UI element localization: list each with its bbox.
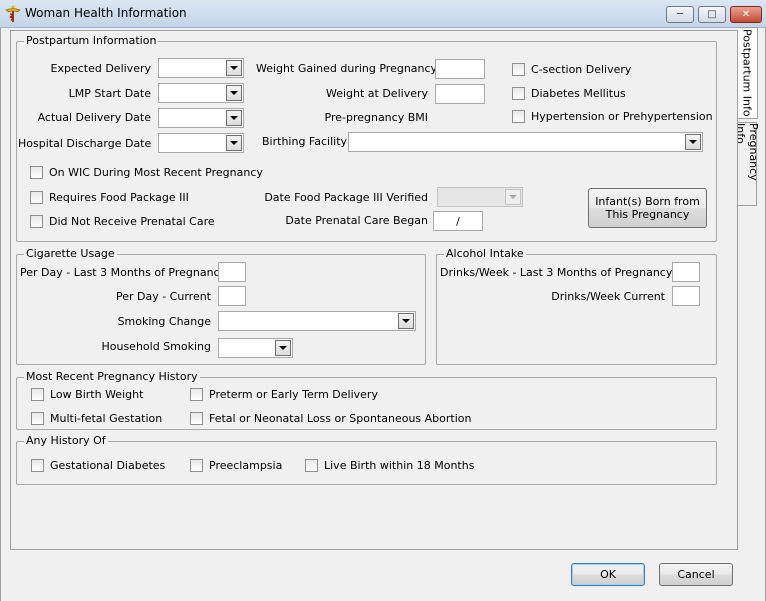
live-birth-checkbox[interactable] xyxy=(305,459,318,472)
group-legend: Alcohol Intake xyxy=(444,247,526,260)
csection-label[interactable]: C-section Delivery xyxy=(531,63,631,76)
live-birth-label[interactable]: Live Birth within 18 Months xyxy=(324,459,474,472)
household-smoking-select[interactable] xyxy=(218,338,293,358)
food-package-label[interactable]: Requires Food Package III xyxy=(49,191,189,204)
group-legend: Any History Of xyxy=(24,434,108,447)
tab-pregnancy-info[interactable]: Pregnancy Info xyxy=(734,122,760,206)
diabetes-label[interactable]: Diabetes Mellitus xyxy=(531,87,626,100)
close-button[interactable]: ✕ xyxy=(730,6,762,23)
gestational-diabetes-checkbox[interactable] xyxy=(31,459,44,472)
maximize-button[interactable]: □ xyxy=(698,6,726,23)
fetal-loss-label[interactable]: Fetal or Neonatal Loss or Spontaneous Ab… xyxy=(209,412,472,425)
drinks-current-field[interactable] xyxy=(672,286,700,306)
cancel-button[interactable]: Cancel xyxy=(659,563,733,586)
actual-delivery-date[interactable] xyxy=(158,108,244,128)
chevron-down-icon[interactable] xyxy=(685,134,701,150)
smoking-change-label: Smoking Change xyxy=(117,315,211,328)
per-day-last3-label: Per Day - Last 3 Months of Pregnancy xyxy=(20,266,227,279)
preterm-checkbox[interactable] xyxy=(190,388,203,401)
household-smoking-label: Household Smoking xyxy=(101,340,211,353)
birthing-facility-label: Birthing Facility xyxy=(262,135,348,148)
chevron-down-icon[interactable] xyxy=(226,110,242,126)
weight-at-delivery-field[interactable] xyxy=(435,84,485,104)
date-food-package-label: Date Food Package III Verified xyxy=(264,191,428,204)
date-prenatal-field[interactable]: / xyxy=(433,211,483,231)
caduceus-icon xyxy=(5,5,21,22)
wic-label[interactable]: On WIC During Most Recent Pregnancy xyxy=(49,166,263,179)
preeclampsia-label[interactable]: Preeclampsia xyxy=(209,459,282,472)
hypertension-checkbox[interactable] xyxy=(512,110,525,123)
prepregnancy-bmi-label: Pre-pregnancy BMI xyxy=(324,111,429,124)
multi-fetal-checkbox[interactable] xyxy=(31,412,44,425)
csection-checkbox[interactable] xyxy=(512,63,525,76)
title-bar[interactable]: Woman Health Information ─ □ ✕ xyxy=(0,0,766,28)
maximize-icon: □ xyxy=(707,9,717,20)
chevron-down-icon[interactable] xyxy=(505,189,521,205)
date-prenatal-label: Date Prenatal Care Began xyxy=(285,214,428,227)
hospital-discharge-label: Hospital Discharge Date xyxy=(18,137,152,150)
close-icon: ✕ xyxy=(741,9,751,20)
preterm-label[interactable]: Preterm or Early Term Delivery xyxy=(209,388,378,401)
lmp-start-date[interactable] xyxy=(158,83,244,103)
weight-gained-field[interactable] xyxy=(435,59,485,79)
expected-delivery-label: Expected Delivery xyxy=(50,62,151,75)
date-food-package-select[interactable] xyxy=(437,187,523,207)
drinks-current-label: Drinks/Week Current xyxy=(551,290,665,303)
food-package-checkbox[interactable] xyxy=(30,191,43,204)
ok-button[interactable]: OK xyxy=(571,563,645,586)
expected-delivery-date[interactable] xyxy=(158,58,244,78)
window-title: Woman Health Information xyxy=(25,6,187,20)
no-prenatal-label[interactable]: Did Not Receive Prenatal Care xyxy=(49,215,215,228)
preeclampsia-checkbox[interactable] xyxy=(190,459,203,472)
drinks-last3-field[interactable] xyxy=(672,262,700,282)
chevron-down-icon[interactable] xyxy=(398,313,414,329)
diabetes-checkbox[interactable] xyxy=(512,87,525,100)
group-legend: Most Recent Pregnancy History xyxy=(24,370,200,383)
fetal-loss-checkbox[interactable] xyxy=(190,412,203,425)
birthing-facility-select[interactable] xyxy=(348,132,703,152)
low-birth-weight-label[interactable]: Low Birth Weight xyxy=(50,388,143,401)
hospital-discharge-date[interactable] xyxy=(158,133,244,153)
drinks-last3-label: Drinks/Week - Last 3 Months of Pregnancy xyxy=(440,266,673,279)
multi-fetal-label[interactable]: Multi-fetal Gestation xyxy=(50,412,162,425)
chevron-down-icon[interactable] xyxy=(226,85,242,101)
button-label: Cancel xyxy=(677,568,715,581)
tab-label: Postpartum Info xyxy=(740,29,754,117)
infants-born-button[interactable]: Infant(s) Born from This Pregnancy xyxy=(588,188,707,228)
per-day-last3-field[interactable] xyxy=(218,262,246,282)
tab-postpartum-info[interactable]: Postpartum Info xyxy=(737,27,758,119)
chevron-down-icon[interactable] xyxy=(226,135,242,151)
per-day-current-field[interactable] xyxy=(218,286,246,306)
wic-checkbox[interactable] xyxy=(30,166,43,179)
per-day-current-label: Per Day - Current xyxy=(115,290,211,303)
no-prenatal-checkbox[interactable] xyxy=(30,215,43,228)
chevron-down-icon[interactable] xyxy=(226,60,242,76)
gestational-diabetes-label[interactable]: Gestational Diabetes xyxy=(50,459,165,472)
lmp-start-label: LMP Start Date xyxy=(68,87,151,100)
group-legend: Postpartum Information xyxy=(24,34,159,47)
minimize-button[interactable]: ─ xyxy=(666,6,694,23)
hypertension-label[interactable]: Hypertension or Prehypertension xyxy=(531,110,713,123)
group-legend: Cigarette Usage xyxy=(24,247,117,260)
button-label: Infant(s) Born from This Pregnancy xyxy=(595,195,700,221)
weight-at-delivery-label: Weight at Delivery xyxy=(325,87,428,100)
chevron-down-icon[interactable] xyxy=(275,340,291,356)
low-birth-weight-checkbox[interactable] xyxy=(31,388,44,401)
weight-gained-label: Weight Gained during Pregnancy xyxy=(256,62,438,75)
button-label: OK xyxy=(600,568,616,581)
actual-delivery-label: Actual Delivery Date xyxy=(37,111,151,124)
minimize-icon: ─ xyxy=(676,9,684,20)
smoking-change-select[interactable] xyxy=(218,311,416,331)
